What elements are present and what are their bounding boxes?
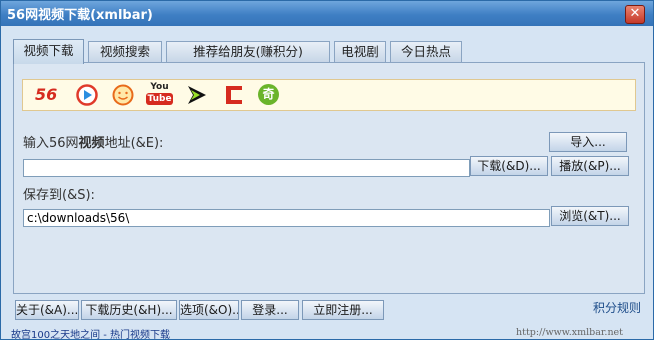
main-window: 56网视频下载(xmlbar) ✕ 视频下载 视频搜索 推荐给朋友(赚积分) 电… [0, 0, 654, 340]
site-56-logo-icon[interactable]: 56 [35, 84, 65, 106]
tab-today-hot[interactable]: 今日热点 [390, 41, 462, 62]
tab-video-download[interactable]: 视频下载 [13, 39, 84, 64]
close-icon: ✕ [629, 6, 641, 21]
register-button[interactable]: 立即注册... [302, 300, 384, 320]
history-button[interactable]: 下载历史(&H)... [81, 300, 177, 320]
download-button[interactable]: 下载(&D)... [470, 156, 548, 176]
about-button[interactable]: 关于(&A)... [15, 300, 79, 320]
url-input[interactable] [23, 159, 470, 177]
import-button[interactable]: 导入... [549, 132, 627, 152]
save-to-label: 保存到(&S): [23, 188, 95, 203]
login-button[interactable]: 登录... [241, 300, 299, 320]
window-title: 56网视频下载(xmlbar) [7, 8, 153, 23]
site-arrow-logo-icon[interactable] [185, 84, 209, 106]
site-red-logo-icon[interactable] [222, 84, 246, 106]
close-button[interactable]: ✕ [625, 5, 645, 24]
browse-button[interactable]: 浏览(&T)... [551, 206, 629, 226]
footer-url[interactable]: http://www.xmlbar.net [516, 327, 623, 338]
site-logo-bar: 56 You Tube 奇 [22, 79, 636, 111]
url-label: 输入56网视频地址(&E): [23, 136, 164, 151]
tab-video-search[interactable]: 视频搜索 [88, 41, 162, 62]
site-youtube-logo-icon[interactable]: You Tube [146, 82, 173, 108]
tab-recommend[interactable]: 推荐给朋友(赚积分) [166, 41, 330, 62]
save-path-input[interactable]: c:\downloads\56\ [23, 209, 550, 227]
options-button[interactable]: 选项(&O)... [179, 300, 239, 320]
footer-hot-video-link[interactable]: 故宫100之天地之间 - 热门视频下载 [11, 326, 170, 339]
play-button[interactable]: 播放(&P)... [551, 156, 629, 176]
tab-bar: 视频下载 视频搜索 推荐给朋友(赚积分) 电视剧 今日热点 [13, 39, 613, 64]
title-bar[interactable]: 56网视频下载(xmlbar) ✕ [1, 1, 653, 26]
points-rule-link[interactable]: 积分规则 [593, 299, 641, 316]
site-play-logo-icon[interactable] [75, 84, 99, 106]
tab-tv-series[interactable]: 电视剧 [334, 41, 386, 62]
site-qi-logo-icon[interactable]: 奇 [257, 84, 281, 106]
download-panel: 56 You Tube 奇 输入56网视频地址(&E): 导入... 下载(&D… [13, 62, 645, 294]
site-smiley-logo-icon[interactable] [111, 84, 135, 106]
